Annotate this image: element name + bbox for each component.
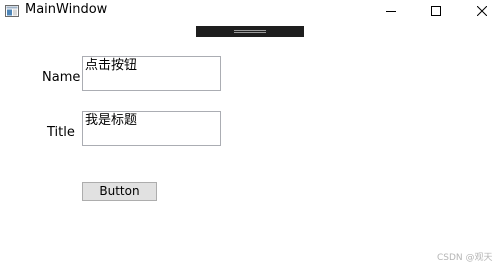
app-icon[interactable] xyxy=(5,3,19,17)
name-label: Name xyxy=(42,70,81,85)
watermark: CSDN @观天 xyxy=(437,253,493,263)
maximize-icon xyxy=(431,6,441,16)
debug-toolbar[interactable] xyxy=(196,26,304,37)
title-label: Title xyxy=(47,125,75,140)
window-title: MainWindow xyxy=(25,2,108,17)
close-icon xyxy=(477,6,487,16)
title-textbox[interactable]: 我是标题 xyxy=(82,111,221,146)
maximize-button[interactable] xyxy=(413,0,459,22)
close-button[interactable] xyxy=(459,0,497,22)
button[interactable]: Button xyxy=(82,182,157,201)
minimize-icon xyxy=(386,11,396,12)
name-textbox[interactable]: 点击按钮 xyxy=(82,56,221,91)
title-bar[interactable]: MainWindow xyxy=(0,0,497,22)
minimize-button[interactable] xyxy=(368,0,414,22)
drag-handle-icon[interactable] xyxy=(234,30,266,33)
